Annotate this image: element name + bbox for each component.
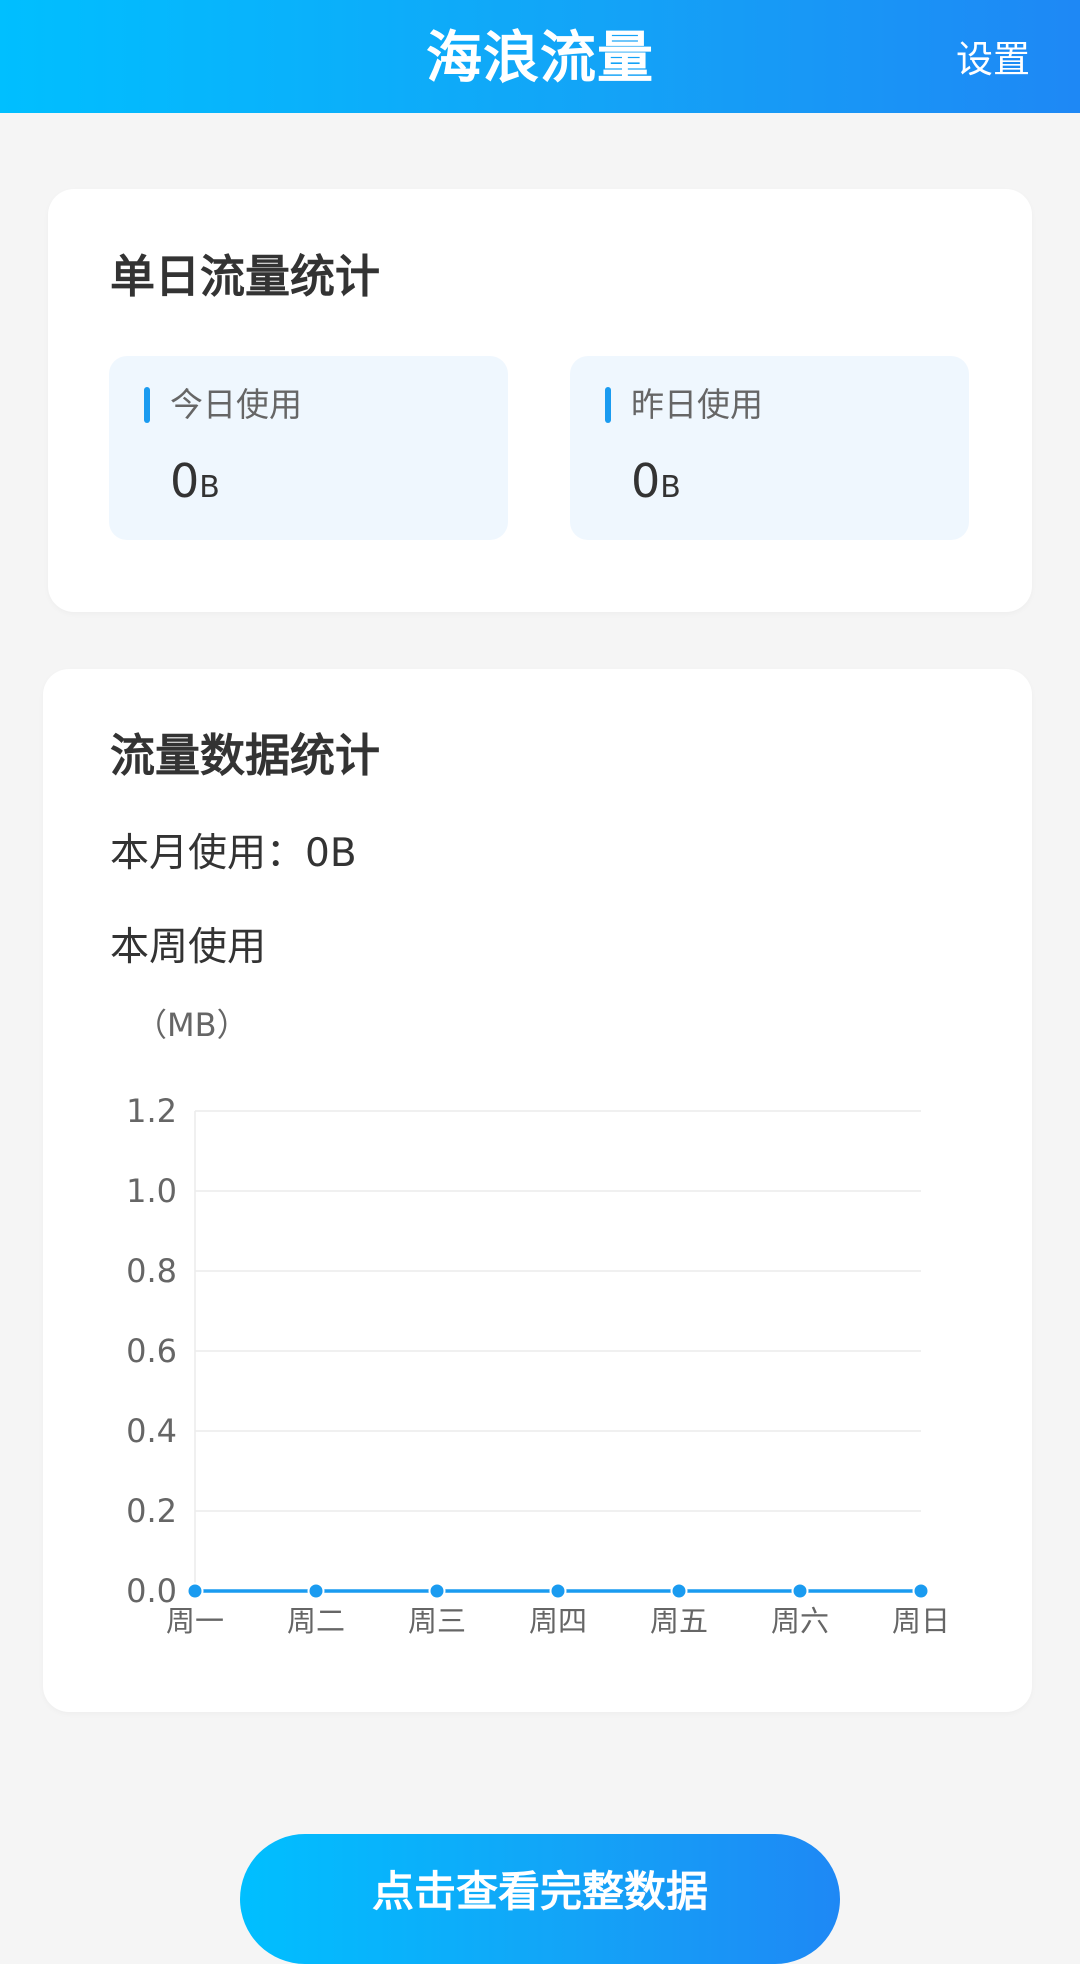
yesterday-usage-unit: B [660,470,681,505]
data-point [428,1582,446,1600]
view-full-data-button[interactable]: 点击查看完整数据 [240,1834,840,1964]
data-point [912,1582,930,1600]
today-usage-value: 0B [170,454,220,519]
yesterday-usage-number: 0 [631,454,661,508]
x-tick-label: 周一 [166,1604,224,1638]
y-tick-label: 1.2 [126,1092,177,1130]
yesterday-usage-value: 0B [631,454,681,519]
x-tick-label: 周六 [771,1604,829,1638]
accent-bar [144,387,150,423]
x-tick-label: 周二 [287,1604,345,1638]
data-point [186,1582,204,1600]
data-point [307,1582,325,1600]
data-point [791,1582,809,1600]
y-tick-label: 0.8 [126,1252,177,1290]
app-title: 海浪流量 [426,26,654,91]
today-usage-label: 今日使用 [170,385,302,424]
traffic-data-card: 流量数据统计 本月使用：0B 本周使用 （MB） 0.0 0.2 0.4 0.6 0.8… [43,669,1032,1712]
y-tick-label: 1.0 [126,1172,177,1210]
weekly-usage-chart: 0.00.20.40.60.81.01.2 周一 周二 周三 周四 周五 周六 周日 [126,1092,950,1638]
x-tick-label: 周五 [650,1604,708,1638]
y-tick-label: 0.4 [126,1412,177,1450]
settings-button[interactable]: 设置 [956,36,1030,84]
today-usage-number: 0 [170,454,200,508]
daily-traffic-title: 单日流量统计 [110,250,381,303]
data-point [549,1582,567,1600]
yesterday-usage-label: 昨日使用 [631,385,763,424]
accent-bar [605,387,611,423]
today-usage-unit: B [199,470,220,505]
yesterday-usage-box: 昨日使用 0B [570,356,969,540]
chart-series [186,1582,930,1600]
data-point [670,1582,688,1600]
x-tick-label: 周四 [529,1604,587,1638]
app-header: 海浪流量 设置 [0,0,1080,113]
daily-traffic-card: 单日流量统计 今日使用 0B 昨日使用 0B [48,189,1032,612]
chart-y-ticks: 0.00.20.40.60.81.01.2 [126,1092,177,1610]
y-tick-label: 0.2 [126,1492,177,1530]
y-tick-label: 0.6 [126,1332,177,1370]
chart-grid [195,1110,921,1512]
x-tick-label: 周三 [408,1604,466,1638]
chart-x-ticks: 周一 周二 周三 周四 周五 周六 周日 [166,1604,950,1638]
today-usage-box: 今日使用 0B [109,356,508,540]
x-tick-label: 周日 [892,1604,950,1638]
